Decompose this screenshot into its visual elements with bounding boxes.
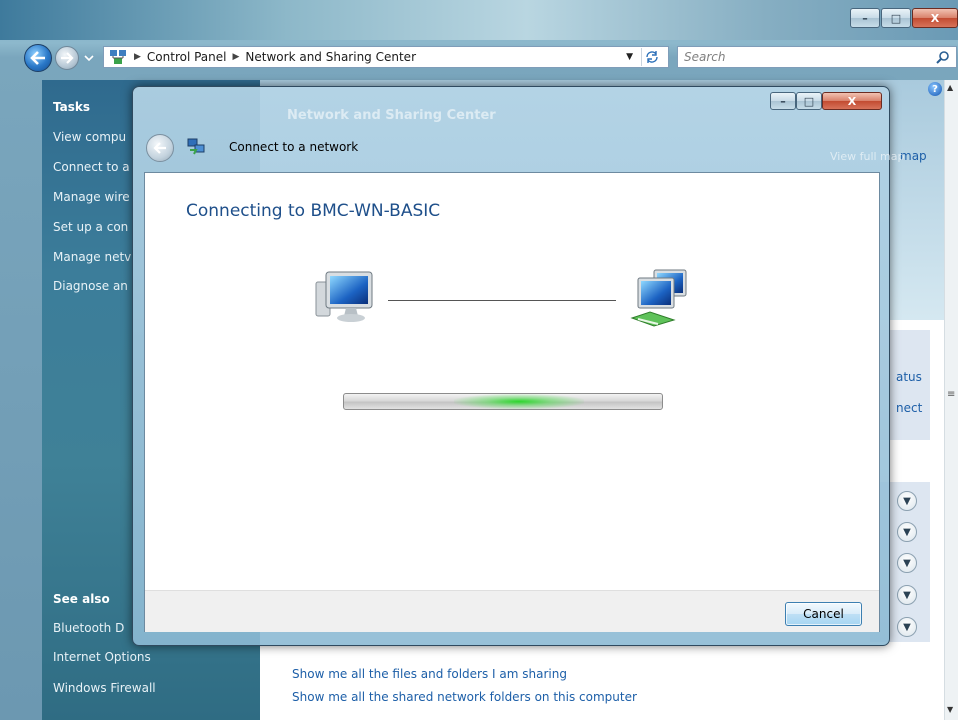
show-shared-folders-link[interactable]: Show me all the shared network folders o… [292, 690, 637, 704]
forward-button[interactable] [55, 46, 79, 70]
task-link-manage-network[interactable]: Manage netv [53, 250, 131, 264]
task-link-connect[interactable]: Connect to a [53, 160, 130, 174]
control-panel-icon [110, 50, 126, 64]
expand-button[interactable]: ▼ [897, 553, 917, 573]
minimize-icon: – [862, 11, 868, 25]
close-icon: X [930, 11, 940, 25]
close-icon: X [847, 94, 857, 108]
see-also-windows-firewall[interactable]: Windows Firewall [53, 681, 156, 695]
progress-indicator [454, 394, 584, 409]
dialog-back-button[interactable] [146, 134, 174, 162]
window-title-bar[interactable] [0, 0, 958, 40]
background-map-link: View full map [830, 150, 905, 163]
dialog-title: Connect to a network [229, 140, 359, 154]
address-bar[interactable]: ▶ Control Panel ▶ Network and Sharing Ce… [103, 46, 669, 68]
close-button[interactable]: X [912, 8, 958, 28]
maximize-button[interactable]: □ [881, 8, 911, 28]
search-box[interactable]: Search [677, 46, 957, 68]
maximize-icon: □ [803, 94, 815, 108]
chevron-down-icon: ▼ [903, 526, 911, 538]
breadcrumb-separator-icon: ▶ [232, 52, 240, 62]
task-link-set-up-connection[interactable]: Set up a con [53, 220, 128, 234]
back-arrow-icon [30, 51, 45, 65]
search-input[interactable]: Search [684, 50, 726, 64]
task-link-view-computers[interactable]: View compu [53, 130, 126, 144]
show-shared-files-link[interactable]: Show me all the files and folders I am s… [292, 667, 567, 681]
chevron-down-icon [84, 55, 94, 62]
refresh-icon [646, 51, 658, 63]
expand-button[interactable]: ▼ [897, 617, 917, 637]
connecting-heading: Connecting to BMC-WN-BASIC [186, 201, 441, 221]
view-status-link[interactable]: atus [896, 370, 922, 384]
see-also-internet-options[interactable]: Internet Options [53, 650, 151, 664]
scroll-up-icon[interactable]: ▲ [947, 83, 953, 92]
dialog-minimize-button[interactable]: – [770, 92, 796, 110]
forward-arrow-icon [61, 52, 74, 64]
maximize-icon: □ [890, 11, 902, 25]
vertical-scrollbar[interactable] [944, 80, 958, 720]
network-icon [630, 269, 687, 327]
task-link-manage-wireless[interactable]: Manage wire [53, 190, 130, 204]
chevron-down-icon: ▼ [903, 495, 911, 507]
dialog-close-button[interactable]: X [822, 92, 882, 110]
tasks-header: Tasks [53, 100, 91, 114]
task-link-diagnose[interactable]: Diagnose an [53, 279, 128, 293]
connection-line [388, 300, 616, 301]
see-also-bluetooth[interactable]: Bluetooth D [53, 621, 124, 635]
see-also-header: See also [53, 592, 110, 606]
minimize-icon: – [780, 94, 786, 108]
help-icon[interactable]: ? [928, 82, 942, 96]
refresh-button[interactable] [641, 48, 662, 66]
chevron-down-icon: ▼ [903, 557, 911, 569]
search-icon[interactable] [936, 50, 950, 64]
background-window-title: Network and Sharing Center [287, 108, 496, 123]
scroll-down-icon[interactable]: ▼ [947, 705, 953, 714]
back-button[interactable] [24, 44, 52, 72]
disconnect-link[interactable]: nect [896, 401, 922, 415]
dialog-maximize-button[interactable]: □ [796, 92, 822, 110]
breadcrumb-network-sharing-center[interactable]: Network and Sharing Center [245, 50, 416, 64]
connection-progress-bar [343, 393, 663, 410]
dialog-footer [145, 590, 879, 632]
network-connect-icon [187, 138, 205, 155]
minimize-button[interactable]: – [850, 8, 880, 28]
expand-button[interactable]: ▼ [897, 585, 917, 605]
breadcrumb-separator-icon: ▶ [134, 52, 141, 62]
chevron-down-icon: ▼ [903, 589, 911, 601]
expand-button[interactable]: ▼ [897, 491, 917, 511]
chevron-down-icon: ▼ [903, 621, 911, 633]
back-arrow-icon [153, 142, 166, 154]
breadcrumb-control-panel[interactable]: Control Panel [147, 50, 227, 64]
scroll-thumb-grip-icon[interactable]: ≡ [947, 389, 955, 400]
recent-pages-dropdown[interactable] [83, 52, 95, 62]
address-dropdown-icon[interactable]: ▼ [626, 52, 633, 62]
expand-button[interactable]: ▼ [897, 522, 917, 542]
cancel-button[interactable]: Cancel [785, 602, 862, 626]
this-computer-icon [315, 271, 373, 322]
